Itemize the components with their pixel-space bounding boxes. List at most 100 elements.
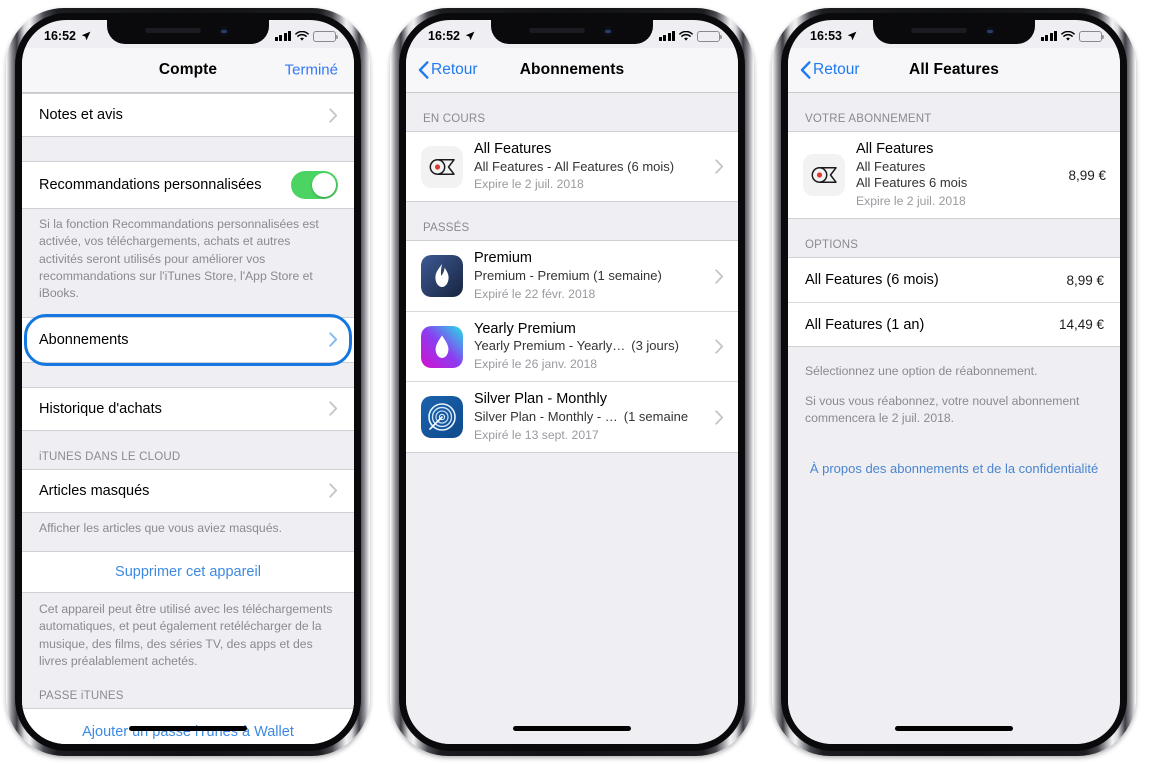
row-historique-dachats[interactable]: Historique d'achats <box>22 387 354 430</box>
page-title: Compte <box>158 61 218 78</box>
row-abonnements[interactable]: Abonnements <box>22 317 354 362</box>
earpiece-speaker-icon <box>145 28 201 33</box>
header-itunes-cloud: iTUNES DANS LE CLOUD <box>39 450 181 463</box>
footer-recommendations: Si la fonction Recommandations personnal… <box>39 217 319 301</box>
chevron-right-icon <box>715 339 724 354</box>
option-label: All Features (6 mois) <box>805 272 939 289</box>
subscription-expiry: Expiré le 22 févr. 2018 <box>474 286 596 301</box>
chevron-right-icon <box>329 332 338 347</box>
header-en-cours: EN COURS <box>423 113 486 125</box>
about-subscriptions-privacy-link[interactable]: À propos des abonnements et de la confid… <box>788 441 1120 495</box>
section-reviews: Notes et avis <box>22 93 354 137</box>
location-arrow-icon <box>465 31 475 41</box>
chevron-right-icon <box>329 107 338 123</box>
yearly-premium-droplet-app-icon <box>421 325 463 368</box>
list-item[interactable]: Premium Premium - Premium (1 semaine) Ex… <box>406 241 738 311</box>
list-item[interactable]: Yearly Premium Yearly Premium - Yearly… … <box>406 310 738 382</box>
row-label: Notes et avis <box>39 107 123 123</box>
earpiece-speaker-icon <box>911 28 967 33</box>
notch <box>873 20 1035 44</box>
toggle-knob <box>311 172 337 198</box>
location-arrow-icon <box>847 31 857 41</box>
back-button[interactable]: Retour <box>418 61 478 79</box>
subscription-title: Yearly Premium <box>474 320 576 337</box>
status-time: 16:53 <box>810 29 842 43</box>
back-button[interactable]: Retour <box>800 61 860 79</box>
section-hidden-items: Articles masqués <box>22 468 354 513</box>
subscription-subtitle: Yearly Premium - Yearly… (3 jours) <box>474 338 679 354</box>
chevron-right-icon <box>329 483 338 498</box>
wifi-icon <box>679 30 693 41</box>
recommendations-toggle[interactable] <box>291 171 338 199</box>
subscription-subtitle: All Features - All Features (6 mois) <box>474 158 675 174</box>
row-notes-et-avis[interactable]: Notes et avis <box>22 94 354 136</box>
front-camera-icon <box>985 26 995 36</box>
option-price: 14,49 € <box>1058 317 1104 333</box>
list-item[interactable]: All Features All Features - All Features… <box>406 132 738 202</box>
phone-subscriptions: 16:52 Retour Abonnements EN COURS All Fe… <box>390 8 754 756</box>
list-item-text: Premium Premium - Premium (1 semaine) Ex… <box>474 249 698 302</box>
subscription-expiry: Expire le 2 juil. 2018 <box>474 177 584 192</box>
screenshot-canvas: 16:52 Compte Terminé Notes et avis Recom… <box>0 0 1152 764</box>
section-subscriptions: Abonnements <box>22 316 354 363</box>
list-item-text: Yearly Premium Yearly Premium - Yearly… … <box>474 320 698 373</box>
subscription-expiry: Expiré le 13 sept. 2017 <box>474 427 599 442</box>
group-active-subscriptions: All Features All Features - All Features… <box>406 131 738 203</box>
subscription-duration: (3 jours) <box>631 338 679 354</box>
subscription-title: Silver Plan - Monthly <box>474 391 607 408</box>
header-votre-abonnement: VOTRE ABONNEMENT <box>805 113 932 125</box>
subscription-duration: (1 semaine <box>623 408 689 424</box>
subscription-title: Premium <box>474 250 533 267</box>
section-subscriptions-highlighted: Abonnements <box>22 313 354 366</box>
chevron-right-icon <box>329 401 338 416</box>
status-time: 16:52 <box>428 29 460 43</box>
premium-flame-app-icon <box>421 255 463 298</box>
subscription-name: All Features <box>856 141 934 157</box>
section-purchase-history: Historique d'achats <box>22 386 354 431</box>
all-features-app-icon <box>421 145 463 188</box>
home-indicator[interactable] <box>513 726 631 731</box>
option-label: All Features (1 an) <box>805 316 925 333</box>
footer-resubscribe-info: Si vous vous réabonnez, votre nouvel abo… <box>805 393 1080 425</box>
home-indicator[interactable] <box>895 726 1013 731</box>
cellular-bars-icon <box>1040 31 1057 41</box>
section-recommendations: Recommandations personnalisées <box>22 161 354 209</box>
subscriptions-list: EN COURS All Features All Features - All… <box>406 93 738 744</box>
subscription-plan: All Features 6 mois <box>856 175 968 191</box>
done-button[interactable]: Terminé <box>285 62 338 79</box>
all-features-app-icon <box>803 154 845 197</box>
front-camera-icon <box>219 26 229 36</box>
footer-select-option: Sélectionnez une option de réabonnement. <box>805 364 1038 379</box>
header-passe-itunes: PASSE iTUNES <box>39 690 124 703</box>
row-articles-masques[interactable]: Articles masqués <box>22 469 354 512</box>
section-options: All Features (6 mois) 8,99 € All Feature… <box>788 257 1120 348</box>
remove-device-button[interactable]: Supprimer cet appareil <box>22 551 354 592</box>
option-row-1-year[interactable]: All Features (1 an) 14,49 € <box>788 302 1120 347</box>
notch <box>107 20 269 44</box>
row-recommandations-personnalisees[interactable]: Recommandations personnalisées <box>22 162 354 208</box>
row-label: Recommandations personnalisées <box>39 177 262 193</box>
chevron-left-icon <box>800 61 811 79</box>
row-label: Abonnements <box>39 331 129 348</box>
subscription-subtitle: Silver Plan - Monthly - … (1 semaine <box>474 408 689 424</box>
settings-list: Notes et avis Recommandations personnali… <box>22 93 354 744</box>
status-time: 16:52 <box>44 29 76 43</box>
subscription-title: All Features <box>474 141 552 157</box>
group-past-subscriptions: Premium Premium - Premium (1 semaine) Ex… <box>406 240 738 453</box>
nav-bar: Retour All Features <box>788 48 1120 93</box>
option-row-6-months[interactable]: All Features (6 mois) 8,99 € <box>788 258 1120 303</box>
silver-plan-radar-app-icon <box>421 396 463 439</box>
nav-bar: Compte Terminé <box>22 48 354 93</box>
home-indicator[interactable] <box>129 726 247 731</box>
phone-screen: 16:52 Compte Terminé Notes et avis Recom… <box>22 20 354 744</box>
location-arrow-icon <box>81 31 91 41</box>
option-price: 8,99 € <box>1066 272 1104 288</box>
current-subscription-cell: All Features All Features All Features 6… <box>788 132 1120 219</box>
battery-icon <box>313 30 339 42</box>
row-label: Historique d'achats <box>39 400 162 417</box>
subscription-detail: VOTRE ABONNEMENT All Features All Featur… <box>788 93 1120 744</box>
phone-screen: 16:53 Retour All Features VOTRE ABONNEME… <box>788 20 1120 744</box>
wifi-icon <box>1061 30 1075 41</box>
list-item[interactable]: Silver Plan - Monthly Silver Plan - Mont… <box>406 381 738 452</box>
